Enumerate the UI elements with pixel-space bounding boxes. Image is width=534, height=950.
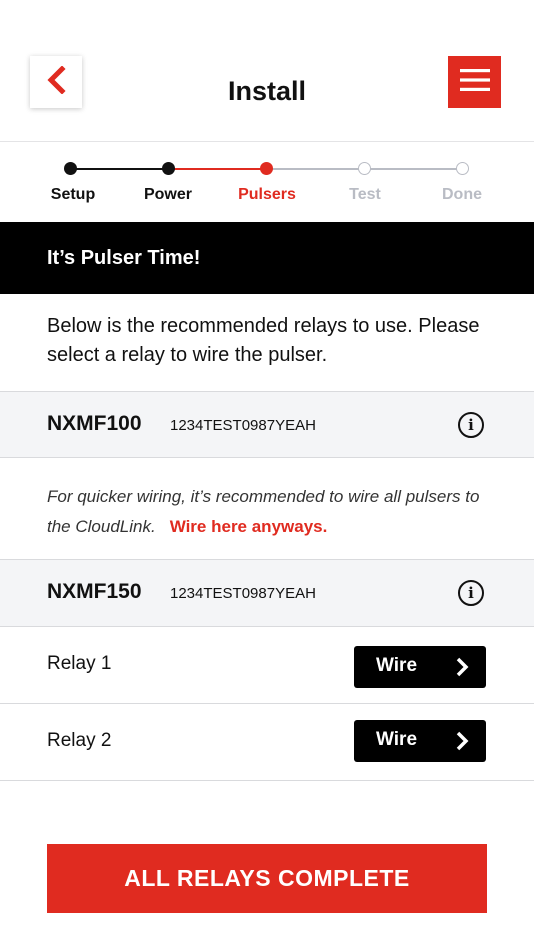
step-dot-test [358,162,371,175]
hamburger-menu-icon [459,68,490,97]
step-dot-setup [64,162,77,175]
intro-text: Below is the recommended relays to use. … [47,315,480,366]
wiring-tip: For quicker wiring, it’s recommended to … [47,482,487,542]
all-relays-complete-button[interactable]: ALL RELAYS COMPLETE [47,844,487,913]
step-dot-done [456,162,469,175]
device-row-nxmf150: NXMF150 1234TEST0987YEAH i [0,559,534,627]
info-icon[interactable]: i [458,412,484,438]
relay-label: Relay 1 [47,653,112,674]
section-banner: It’s Pulser Time! [0,222,534,294]
info-icon[interactable]: i [458,580,484,606]
relay-label: Relay 2 [47,730,112,751]
step-dot-pulsers [260,162,273,175]
stepper-track-active [168,168,266,170]
relay-row-1: Relay 1 Wire [0,627,534,704]
device-name: NXMF150 [47,580,142,603]
menu-button[interactable] [448,56,501,108]
wire-anyway-link[interactable]: Wire here anyways. [170,517,328,536]
chevron-right-icon [455,731,469,756]
relay-row-2: Relay 2 Wire [0,704,534,781]
chevron-right-icon [455,657,469,682]
wire-relay-1-button[interactable]: Wire [354,646,486,688]
step-label-power: Power [143,186,192,203]
device-name: NXMF100 [47,412,142,435]
wire-relay-2-button[interactable]: Wire [354,720,486,762]
step-label-done: Done [442,186,482,203]
step-label-setup: Setup [50,186,96,203]
device-serial: 1234TEST0987YEAH [170,585,316,602]
stepper-track-done [70,168,168,170]
app-header: Install [0,0,534,142]
device-serial: 1234TEST0987YEAH [170,417,316,434]
step-label-pulsers: Pulsers [238,186,296,203]
step-dot-power [162,162,175,175]
wire-button-label: Wire [376,655,418,676]
device-row-nxmf100: NXMF100 1234TEST0987YEAH i [0,391,534,458]
step-label-test: Test [349,186,381,203]
progress-stepper: Setup Power Pulsers Test Done [0,142,534,222]
wire-button-label: Wire [376,729,418,750]
